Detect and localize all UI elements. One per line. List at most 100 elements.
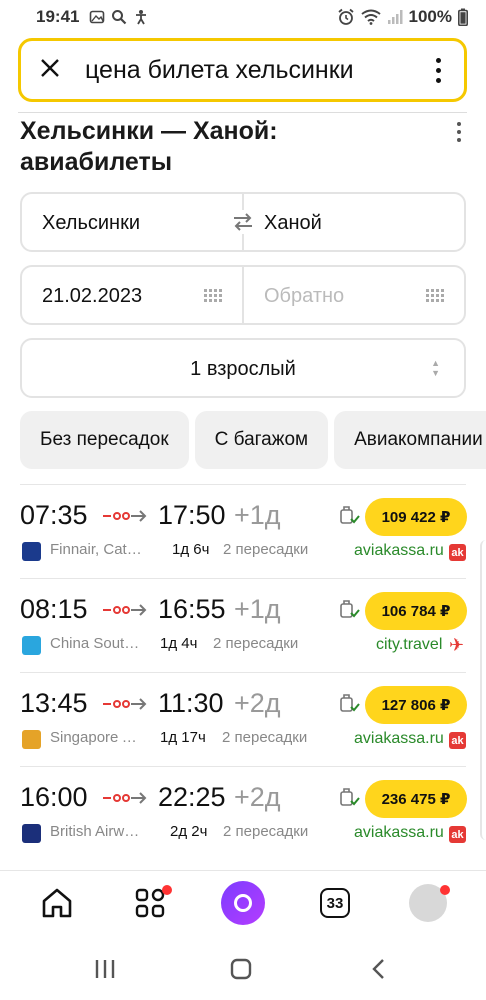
flight-duration: 1д 17ч: [160, 729, 206, 746]
day-offset: +1д: [234, 594, 281, 624]
home-icon[interactable]: [35, 881, 79, 925]
agency-name: aviakassa.ru: [354, 730, 444, 747]
profile-icon[interactable]: [406, 881, 450, 925]
return-date-field[interactable]: Обратно: [264, 285, 344, 308]
search-icon: [112, 10, 127, 25]
price-button[interactable]: 106 784 ₽: [365, 592, 467, 630]
date-selector: 21.02.2023 Обратно: [20, 265, 466, 325]
signal-icon: [387, 10, 403, 24]
more-vertical-icon[interactable]: [426, 57, 450, 83]
departure-time: 16:00: [20, 782, 88, 812]
airline-logo-icon: [22, 730, 41, 749]
flight-stops: 2 пересадки: [223, 541, 309, 558]
chip-airlines[interactable]: Авиакомпании: [334, 411, 486, 469]
passengers-selector[interactable]: 1 взрослый ▲ ▼: [20, 338, 466, 398]
route-arrow-icon: [103, 510, 147, 522]
baggage-icon: [340, 600, 360, 618]
airline-logo-icon: [22, 636, 41, 655]
route-selector: Хельсинки Ханой: [20, 192, 466, 252]
flight-row[interactable]: 13:45 11:30 +2д Singapore Airlines 1д 17…: [0, 672, 486, 766]
flight-duration: 1д 4ч: [160, 635, 198, 652]
departure-time: 08:15: [20, 594, 88, 624]
aviakassa-logo-icon: ak: [449, 732, 466, 749]
baggage-icon: [340, 694, 360, 712]
status-time: 19:41: [36, 7, 80, 26]
route-arrow-icon: [103, 604, 147, 616]
to-city-field[interactable]: Ханой: [264, 212, 322, 235]
departure-time: 07:35: [20, 500, 88, 530]
day-offset: +1д: [234, 500, 281, 530]
airline-name: China Southern: [50, 635, 145, 652]
card-top-edge: [18, 112, 467, 113]
updown-arrow-icon: ▲ ▼: [431, 358, 440, 378]
price-button[interactable]: 109 422 ₽: [365, 498, 467, 536]
airline-name: Singapore Airlines: [50, 729, 145, 746]
page-title: Хельсинки — Ханой: авиабилеты: [20, 116, 420, 178]
flight-stops: 2 пересадки: [213, 635, 299, 652]
alarm-icon: [337, 8, 354, 25]
home-button-icon[interactable]: [230, 958, 252, 980]
status-bar: 19:41 100%: [0, 0, 486, 34]
agency-name: aviakassa.ru: [354, 824, 444, 841]
side-panel-handle[interactable]: [480, 540, 486, 840]
photo-icon: [90, 10, 105, 24]
flight-row[interactable]: 16:00 22:25 +2д British Airways 2д 2ч 2 …: [0, 766, 486, 860]
day-offset: +2д: [234, 782, 281, 812]
citytravel-logo-icon: ✈: [449, 635, 465, 655]
tabs-icon[interactable]: 33: [313, 881, 357, 925]
chip-nonstop[interactable]: Без пересадок: [20, 411, 189, 469]
swap-icon[interactable]: [231, 210, 255, 234]
battery-icon: [458, 8, 468, 26]
calendar-icon[interactable]: [426, 289, 444, 303]
wifi-icon: [360, 9, 381, 25]
baggage-icon: [340, 506, 360, 524]
route-arrow-icon: [103, 698, 147, 710]
passengers-label: 1 взрослый: [190, 358, 296, 380]
airline-logo-icon: [22, 824, 41, 843]
from-city-field[interactable]: Хельсинки: [42, 212, 140, 235]
arrival-time: 17:50: [158, 500, 226, 530]
aviakassa-logo-icon: ak: [449, 544, 466, 561]
price-button[interactable]: 236 475 ₽: [365, 780, 467, 818]
search-query[interactable]: цена билета хельсинки: [79, 56, 426, 85]
back-icon[interactable]: [368, 958, 390, 980]
status-right: 100%: [337, 7, 468, 27]
flight-stops: 2 пересадки: [223, 823, 309, 840]
flight-duration: 1д 6ч: [172, 541, 210, 558]
route-arrow-icon: [103, 792, 147, 804]
calendar-icon[interactable]: [204, 289, 222, 303]
status-icons: [89, 9, 149, 25]
departure-time: 13:45: [20, 688, 88, 718]
alice-icon[interactable]: [221, 881, 265, 925]
battery-percent: 100%: [408, 7, 452, 26]
airline-name: Finnair, Cathay Pacific: [50, 541, 145, 558]
agency-name: city.travel: [376, 636, 443, 653]
arrival-time: 22:25: [158, 782, 226, 812]
flight-duration: 2д 2ч: [170, 823, 208, 840]
close-icon[interactable]: [39, 53, 79, 87]
arrival-time: 11:30: [158, 688, 224, 718]
filter-chips: Без пересадок С багажом Авиакомпании: [20, 411, 486, 471]
accessibility-icon: [136, 10, 147, 25]
aviakassa-logo-icon: ak: [449, 826, 466, 843]
page-title-line2: авиабилеты: [20, 148, 173, 176]
flight-row[interactable]: 07:35 17:50 +1д Finnair, Cathay Pacific …: [0, 484, 486, 578]
agency-name: aviakassa.ru: [354, 542, 444, 559]
page-title-line1: Хельсинки — Ханой:: [20, 117, 278, 145]
airline-name: British Airways: [50, 823, 145, 840]
departure-date-field[interactable]: 21.02.2023: [42, 285, 142, 308]
services-icon[interactable]: [128, 881, 172, 925]
system-nav: [0, 940, 486, 1000]
airline-logo-icon: [22, 542, 41, 561]
price-button[interactable]: 127 806 ₽: [365, 686, 467, 724]
arrival-time: 16:55: [158, 594, 226, 624]
card-more-icon[interactable]: [457, 122, 461, 142]
bottom-nav: 33: [0, 870, 486, 940]
chip-baggage[interactable]: С багажом: [194, 411, 329, 469]
day-offset: +2д: [234, 688, 281, 718]
tabs-count: 33: [320, 888, 350, 918]
search-bar: цена билета хельсинки: [18, 38, 467, 102]
flight-stops: 2 пересадки: [222, 729, 308, 746]
recent-apps-icon[interactable]: [94, 958, 116, 980]
flight-row[interactable]: 08:15 16:55 +1д China Southern 1д 4ч 2 п…: [0, 578, 486, 672]
